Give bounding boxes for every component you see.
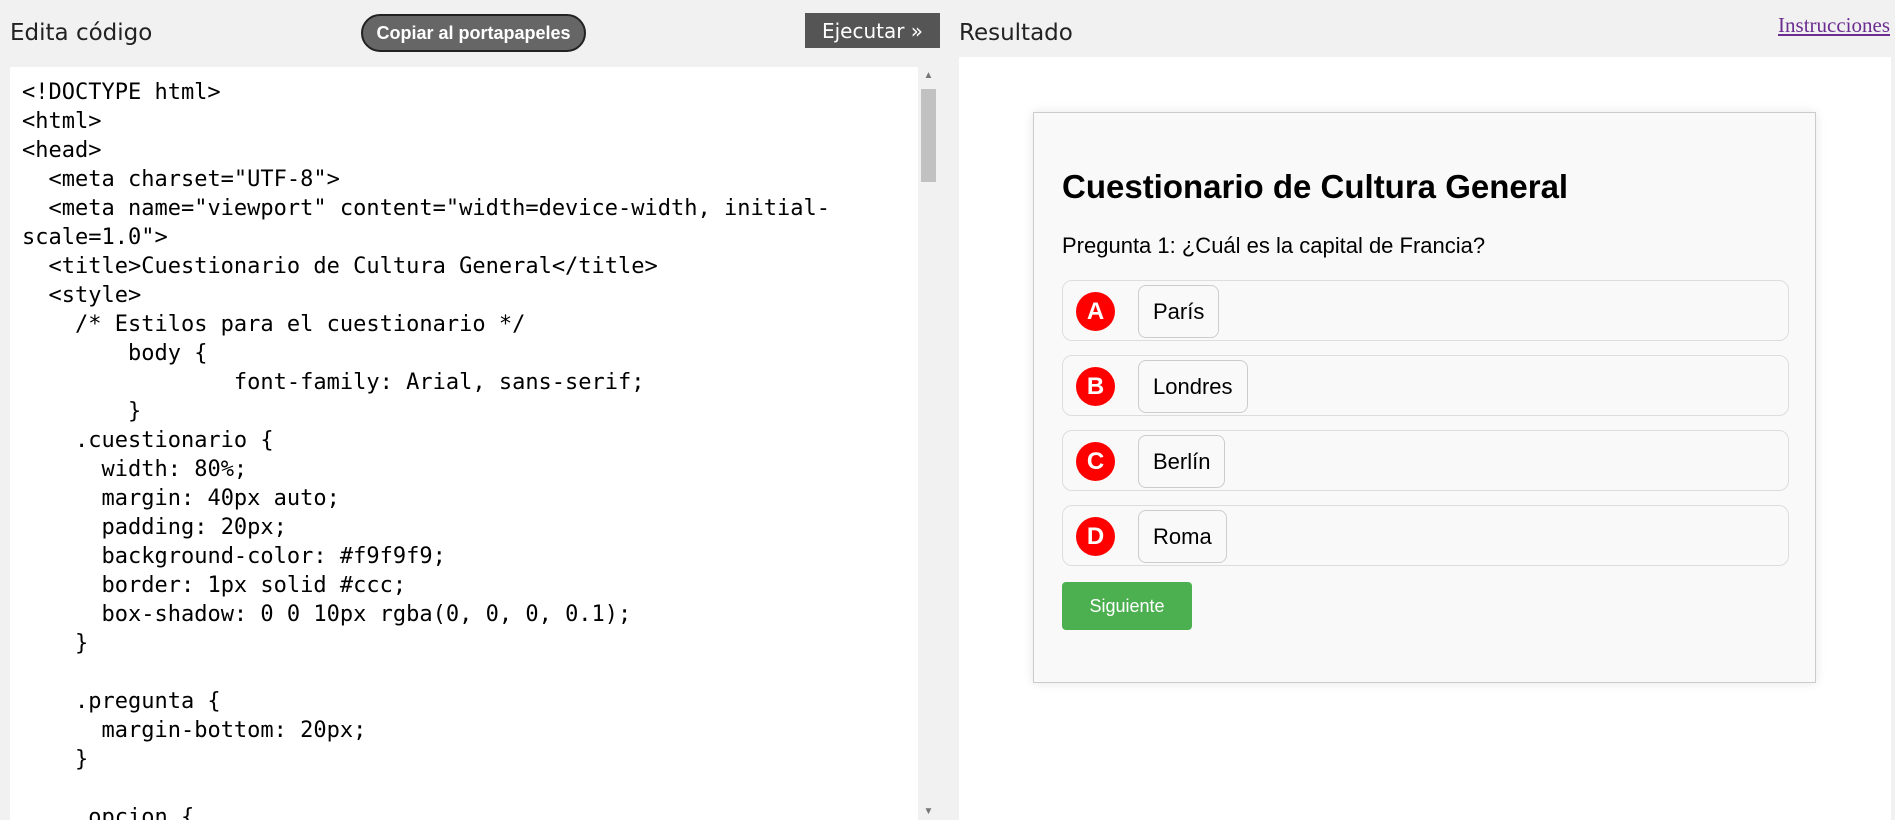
quiz-title: Cuestionario de Cultura General bbox=[1062, 168, 1569, 205]
copy-to-clipboard-button[interactable]: Copiar al portapapeles bbox=[361, 14, 586, 52]
option-answer-button[interactable]: Berlín bbox=[1138, 435, 1226, 488]
result-heading: Resultado bbox=[959, 20, 1073, 46]
option-letter-badge: C bbox=[1076, 442, 1115, 481]
option-answer-button[interactable]: Londres bbox=[1138, 360, 1248, 413]
scroll-thumb[interactable] bbox=[921, 89, 936, 182]
option-letter-badge: D bbox=[1076, 517, 1115, 556]
option-d[interactable]: D Roma bbox=[1062, 505, 1789, 566]
question-text: Pregunta 1: ¿Cuál es la capital de Franc… bbox=[1062, 233, 1486, 258]
option-letter-badge: A bbox=[1076, 292, 1115, 331]
next-button[interactable]: Siguiente bbox=[1062, 582, 1192, 630]
instructions-link[interactable]: Instrucciones bbox=[1778, 13, 1890, 38]
option-answer-button[interactable]: París bbox=[1138, 285, 1220, 338]
code-text[interactable]: <!DOCTYPE html> <html> <head> <meta char… bbox=[22, 78, 912, 820]
option-c[interactable]: C Berlín bbox=[1062, 430, 1789, 491]
quiz-container: Cuestionario de Cultura General Pregunta… bbox=[1033, 112, 1816, 683]
option-b[interactable]: B Londres bbox=[1062, 355, 1789, 416]
run-button[interactable]: Ejecutar » bbox=[805, 13, 940, 48]
code-editor[interactable]: <!DOCTYPE html> <html> <head> <meta char… bbox=[10, 67, 939, 820]
scroll-down-arrow-icon[interactable]: ▼ bbox=[918, 803, 939, 820]
editor-scrollbar[interactable]: ▲ ▼ bbox=[918, 67, 939, 820]
option-a[interactable]: A París bbox=[1062, 280, 1789, 341]
option-answer-button[interactable]: Roma bbox=[1138, 510, 1227, 563]
scroll-up-arrow-icon[interactable]: ▲ bbox=[918, 67, 939, 84]
option-letter-badge: B bbox=[1076, 367, 1115, 406]
result-panel: Cuestionario de Cultura General Pregunta… bbox=[959, 57, 1891, 820]
editor-heading: Edita código bbox=[10, 20, 153, 46]
